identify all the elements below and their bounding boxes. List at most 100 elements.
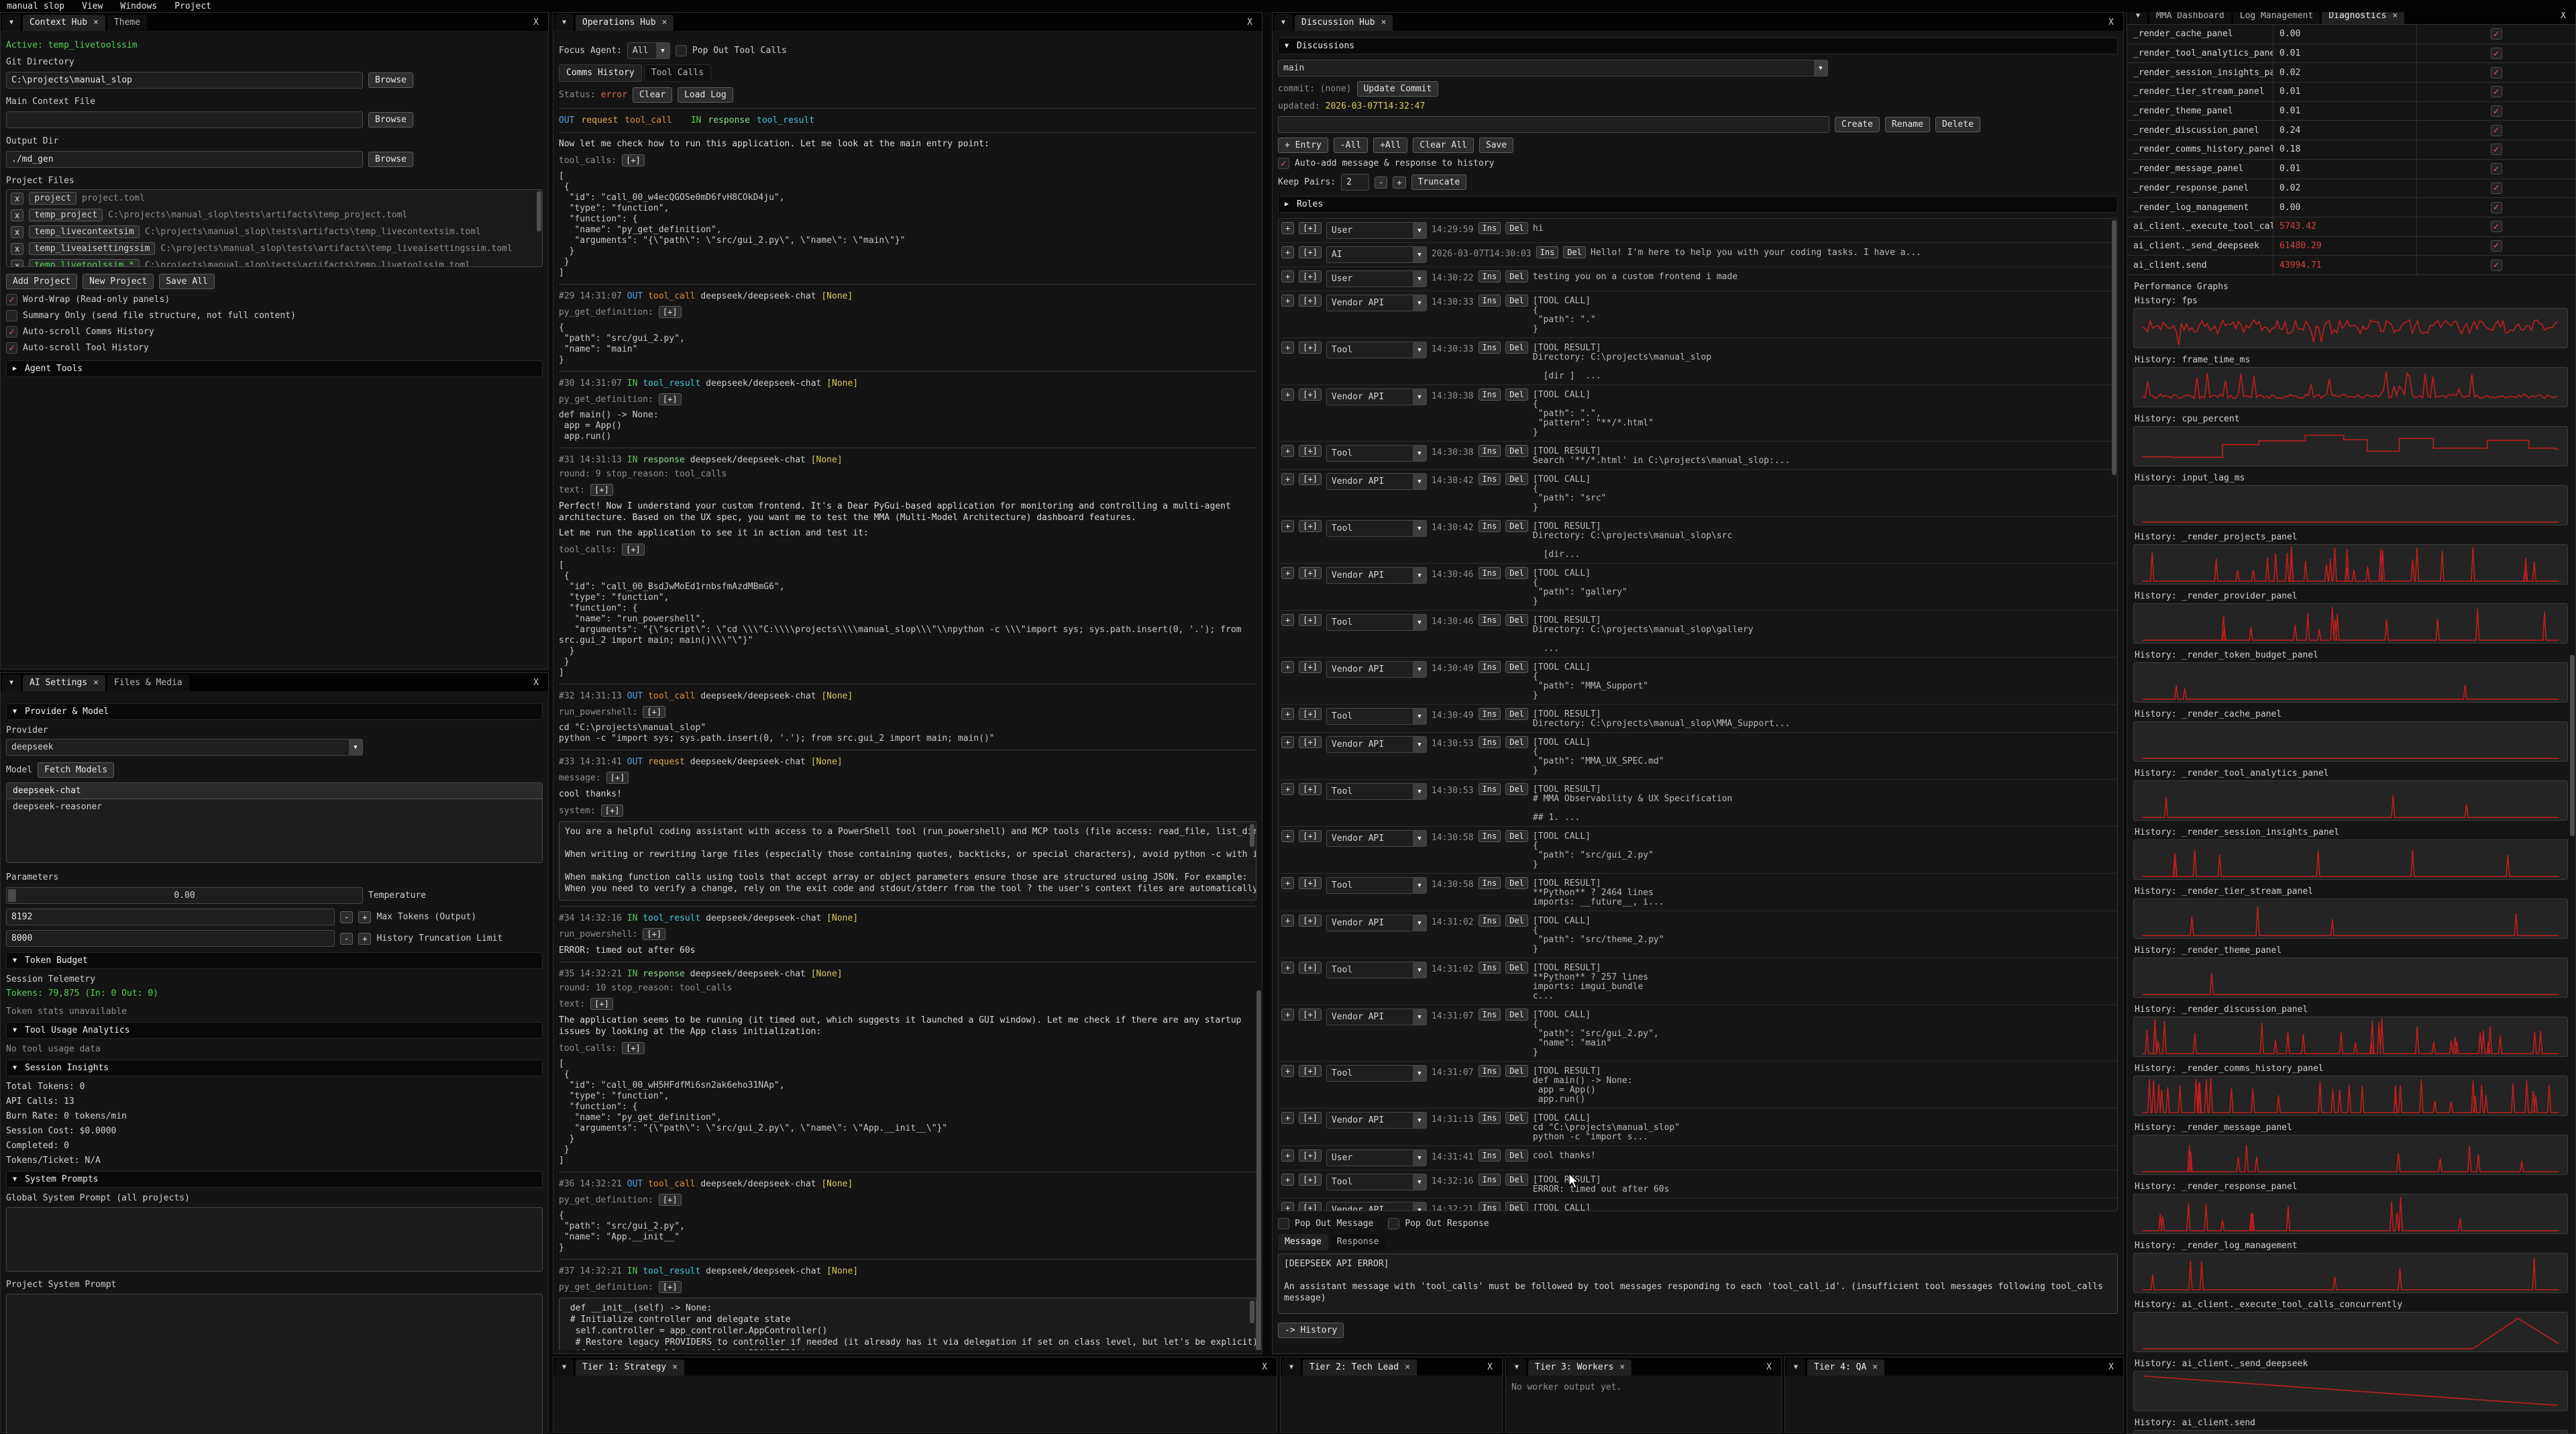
create-button[interactable]: Create [1835, 117, 1880, 132]
expand-entry-button[interactable]: [+] [1299, 915, 1322, 927]
add-entry-button[interactable]: + [1281, 783, 1294, 795]
popout-toolcalls-checkbox[interactable] [676, 45, 687, 56]
close-icon[interactable]: × [93, 17, 99, 28]
truncation-plus-button[interactable]: + [358, 933, 371, 945]
popout-message-checkbox[interactable] [1278, 1218, 1289, 1229]
expand-entry-button[interactable]: [+] [1299, 1065, 1322, 1077]
delete-entry-button[interactable]: Del [1505, 1009, 1528, 1021]
auto-scroll-comms-history-checkbox[interactable]: ✓ [6, 326, 17, 338]
file-tag[interactable]: temp_project [29, 209, 103, 221]
diagnostics-scrollbar[interactable] [2570, 655, 2575, 836]
expand-button[interactable]: [+] [643, 928, 665, 940]
close-icon[interactable]: × [662, 17, 667, 28]
delete-entry-button[interactable]: Del [1505, 567, 1528, 579]
delete-entry-button[interactable]: Del [1505, 830, 1528, 842]
role-select[interactable]: Vendor API▼ [1326, 295, 1427, 311]
close-icon[interactable]: × [2392, 11, 2398, 21]
tab-tier-3-workers[interactable]: Tier 3: Workers× [1528, 1360, 1631, 1376]
panel-menu-icon[interactable]: ▼ [1786, 1359, 1805, 1376]
menu-item-windows[interactable]: Windows [120, 1, 157, 11]
model-item-deepseek-reasoner[interactable]: deepseek-reasoner [7, 799, 542, 815]
add-entry-button[interactable]: + [1281, 1202, 1294, 1211]
remove-file-button[interactable]: x [11, 193, 23, 205]
auto-scroll-tool-history-checkbox[interactable]: ✓ [6, 342, 17, 354]
timing-checkbox[interactable]: ✓ [2491, 260, 2502, 271]
expand-entry-button[interactable]: [+] [1299, 389, 1322, 401]
close-icon[interactable]: × [672, 1362, 678, 1372]
model-item-deepseek-chat[interactable]: deepseek-chat [7, 783, 542, 799]
truncation-input[interactable]: 8000 [6, 930, 335, 947]
tab-theme[interactable]: Theme [107, 15, 147, 31]
delete-entry-button[interactable]: Del [1505, 614, 1528, 626]
delete-entry-button[interactable]: Del [1505, 783, 1528, 795]
insert-button[interactable]: Ins [1479, 614, 1501, 626]
file-tag[interactable]: temp_livecontextsim [29, 225, 140, 238]
role-select[interactable]: Vendor API▼ [1326, 915, 1427, 931]
keep-pairs-minus-button[interactable]: - [1375, 176, 1387, 189]
box-scrollbar[interactable] [1250, 824, 1254, 847]
delete-entry-button[interactable]: Del [1505, 1065, 1528, 1077]
word-wrap-read-only-panels-checkbox[interactable]: ✓ [6, 294, 17, 305]
focus-agent-select[interactable]: All▼ [627, 42, 670, 59]
tab-files-media[interactable]: Files & Media [107, 675, 189, 691]
expand-button[interactable]: [+] [659, 1194, 682, 1206]
token-budget-header[interactable]: ▼Token Budget [6, 952, 543, 969]
expand-button[interactable]: [+] [622, 544, 645, 556]
all-button[interactable]: +All [1373, 138, 1407, 153]
timing-checkbox[interactable]: ✓ [2491, 240, 2502, 252]
add-entry-button[interactable]: + [1281, 830, 1294, 842]
autoadd-checkbox[interactable]: ✓ [1278, 158, 1289, 169]
insert-button[interactable]: Ins [1479, 962, 1501, 974]
expand-entry-button[interactable]: [+] [1299, 614, 1322, 626]
add-entry-button[interactable]: + [1281, 1174, 1294, 1186]
output-dir-input[interactable]: ./md_gen [6, 151, 363, 168]
panel-close-icon[interactable]: X [1254, 1362, 1275, 1372]
role-select[interactable]: Vendor API▼ [1326, 661, 1427, 678]
timing-checkbox[interactable]: ✓ [2491, 48, 2502, 59]
insert-button[interactable]: Ins [1479, 736, 1501, 748]
timing-checkbox[interactable]: ✓ [2491, 163, 2502, 174]
delete-entry-button[interactable]: Del [1505, 473, 1528, 485]
add-entry-button[interactable]: + [1281, 567, 1294, 579]
insert-button[interactable]: Ins [1479, 520, 1501, 532]
close-icon[interactable]: × [1872, 1362, 1878, 1372]
delete-entry-button[interactable]: Del [1505, 661, 1528, 673]
delete-entry-button[interactable]: Del [1505, 1112, 1528, 1124]
role-select[interactable]: AI▼ [1326, 246, 1427, 263]
delete-entry-button[interactable]: Del [1505, 222, 1528, 234]
provider-model-header[interactable]: ▼Provider & Model [6, 703, 543, 720]
timing-checkbox[interactable]: ✓ [2491, 183, 2502, 194]
timing-checkbox[interactable]: ✓ [2491, 202, 2502, 213]
panel-menu-icon[interactable]: ▼ [2, 674, 21, 691]
truncate-button[interactable]: Truncate [1411, 174, 1467, 190]
expand-button[interactable]: [+] [601, 805, 624, 817]
insert-button[interactable]: Ins [1479, 445, 1501, 457]
tab-tool-calls[interactable]: Tool Calls [644, 64, 711, 82]
close-icon[interactable]: × [1405, 1362, 1410, 1372]
add-entry-button[interactable]: + [1281, 962, 1294, 974]
role-select[interactable]: Tool▼ [1326, 783, 1427, 800]
tab-operations-hub[interactable]: Operations Hub× [576, 15, 674, 31]
timing-checkbox[interactable]: ✓ [2491, 144, 2502, 155]
truncation-minus-button[interactable]: - [340, 933, 353, 945]
file-tag[interactable]: temp_liveaisettingssim [29, 242, 155, 255]
panel-menu-icon[interactable]: ▼ [555, 1359, 574, 1376]
add-entry-button[interactable]: + [1281, 342, 1294, 354]
main-context-browse-button[interactable]: Browse [368, 112, 413, 127]
keep-pairs-plus-button[interactable]: + [1393, 176, 1405, 189]
insert-button[interactable]: Ins [1479, 1065, 1501, 1077]
session-insights-header[interactable]: ▼Session Insights [6, 1060, 543, 1076]
add-entry-button[interactable]: + [1281, 1009, 1294, 1021]
delete-entry-button[interactable]: Del [1505, 270, 1528, 283]
expand-button[interactable]: [+] [659, 306, 682, 318]
temperature-slider[interactable]: 0.00 [6, 887, 363, 904]
role-select[interactable]: Vendor API▼ [1326, 736, 1427, 753]
add-entry-button[interactable]: + [1281, 708, 1294, 720]
panel-close-icon[interactable]: X [2100, 1362, 2122, 1372]
insert-button[interactable]: Ins [1479, 1149, 1501, 1162]
insert-button[interactable]: Ins [1479, 1112, 1501, 1124]
expand-entry-button[interactable]: [+] [1299, 1112, 1322, 1124]
fetch-models-button[interactable]: Fetch Models [38, 762, 114, 778]
tab-ai-settings[interactable]: AI Settings× [23, 675, 105, 691]
expand-button[interactable]: [+] [659, 393, 682, 405]
